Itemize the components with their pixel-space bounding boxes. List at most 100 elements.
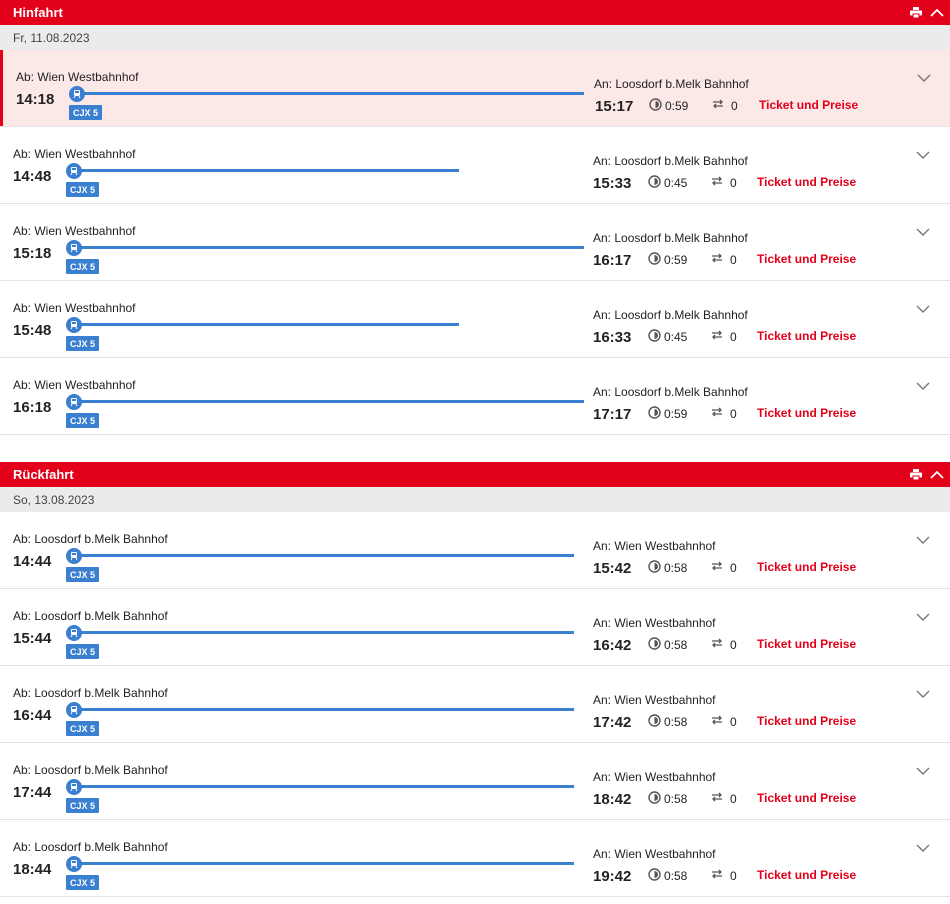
return-connection-list: Ab: Loosdorf b.Melk Bahnhof 14:44 CJX 5 An:… [0,512,950,897]
departure-time: 15:18 [13,245,52,262]
ticket-and-prices-link[interactable]: Ticket und Preise [757,175,856,189]
ticket-and-prices-link[interactable]: Ticket und Preise [757,560,856,574]
connection-row[interactable]: Ab: Wien Westbahnhof 15:18 CJX 5 An: Loosdo… [0,204,950,281]
outbound-connection-list: Ab: Wien Westbahnhof 14:18 CJX 5 An: Loosdo… [0,50,950,435]
train-icon [66,548,82,564]
departure-time: 16:44 [13,707,52,724]
ticket-and-prices-link[interactable]: Ticket und Preise [757,868,856,882]
changes-value: 0 [730,791,737,806]
ticket-and-prices-link[interactable]: Ticket und Preise [759,98,858,112]
transfer-icon [710,791,724,806]
chevron-down-icon[interactable] [916,609,930,627]
departure-station: Ab: Wien Westbahnhof [13,301,136,315]
chevron-down-icon[interactable] [916,147,930,165]
train-icon [66,394,82,410]
arrival-station: An: Wien Westbahnhof [593,539,716,553]
arrival-station: An: Loosdorf b.Melk Bahnhof [593,231,748,245]
duration-value: 0:58 [664,869,688,883]
departure-time: 15:44 [13,630,52,647]
departure-time: 15:48 [13,322,52,339]
journey-track [74,323,459,326]
arrival-station: An: Wien Westbahnhof [593,616,716,630]
train-badge[interactable]: CJX 5 [69,105,103,120]
ticket-and-prices-link[interactable]: Ticket und Preise [757,406,856,420]
connection-row[interactable]: Ab: Wien Westbahnhof 15:48 CJX 5 An: Loosdo… [0,281,950,358]
departure-time: 17:44 [13,784,52,801]
connection-row[interactable]: Ab: Loosdorf b.Melk Bahnhof 18:44 CJX 5 An:… [0,820,950,897]
connection-row[interactable]: Ab: Wien Westbahnhof 14:18 CJX 5 An: Loosdo… [0,50,950,127]
train-badge[interactable]: CJX 5 [66,336,100,351]
connection-row[interactable]: Ab: Wien Westbahnhof 16:18 CJX 5 An: Loosdo… [0,358,950,435]
chevron-down-icon[interactable] [916,301,930,319]
ticket-and-prices-link[interactable]: Ticket und Preise [757,791,856,805]
transfer-icon [710,637,724,652]
connection-row[interactable]: Ab: Loosdorf b.Melk Bahnhof 14:44 CJX 5 An:… [0,512,950,589]
duration-value: 0:59 [664,407,688,421]
outbound-header[interactable]: Hinfahrt [0,0,950,25]
outbound-date: Fr, 11.08.2023 [0,25,950,50]
train-badge[interactable]: CJX 5 [66,875,100,890]
journey-track [77,92,584,95]
train-badge[interactable]: CJX 5 [66,798,100,813]
journey-track [74,400,584,403]
transfer-icon [710,714,724,729]
train-badge[interactable]: CJX 5 [66,259,100,274]
departure-station: Ab: Wien Westbahnhof [13,378,136,392]
changes-value: 0 [730,560,737,575]
chevron-down-icon[interactable] [916,763,930,781]
departure-station: Ab: Loosdorf b.Melk Bahnhof [13,763,168,777]
connection-row[interactable]: Ab: Loosdorf b.Melk Bahnhof 15:44 CJX 5 An:… [0,589,950,666]
journey-track [74,554,574,557]
return-date: So, 13.08.2023 [0,487,950,512]
duration-value: 0:59 [664,253,688,267]
departure-time: 16:18 [13,399,52,416]
changes-value: 0 [730,637,737,652]
duration-value: 0:58 [664,792,688,806]
departure-station: Ab: Wien Westbahnhof [13,224,136,238]
arrival-time: 15:33 [593,175,632,192]
connection-row[interactable]: Ab: Wien Westbahnhof 14:48 CJX 5 An: Loosdo… [0,127,950,204]
chevron-down-icon[interactable] [916,840,930,858]
print-icon[interactable] [910,469,922,480]
arrival-time: 15:17 [595,98,634,115]
journey-track [74,631,574,634]
transfer-icon [710,560,724,575]
ticket-and-prices-link[interactable]: Ticket und Preise [757,252,856,266]
clock-icon [648,329,661,345]
clock-icon [648,252,661,268]
duration-value: 0:58 [664,715,688,729]
chevron-down-icon[interactable] [917,70,931,88]
departure-time: 14:48 [13,168,52,185]
connection-row[interactable]: Ab: Loosdorf b.Melk Bahnhof 17:44 CJX 5 An:… [0,743,950,820]
connection-row[interactable]: Ab: Loosdorf b.Melk Bahnhof 16:44 CJX 5 An:… [0,666,950,743]
departure-station: Ab: Loosdorf b.Melk Bahnhof [13,840,168,854]
ticket-and-prices-link[interactable]: Ticket und Preise [757,714,856,728]
arrival-time: 17:17 [593,406,632,423]
print-icon[interactable] [910,7,922,18]
chevron-up-icon[interactable] [930,470,944,479]
return-header[interactable]: Rückfahrt [0,462,950,487]
train-icon [66,779,82,795]
train-badge[interactable]: CJX 5 [66,182,100,197]
train-badge[interactable]: CJX 5 [66,721,100,736]
journey-track [74,785,574,788]
train-badge[interactable]: CJX 5 [66,413,100,428]
chevron-down-icon[interactable] [916,686,930,704]
duration-value: 0:45 [664,330,688,344]
chevron-down-icon[interactable] [916,378,930,396]
train-badge[interactable]: CJX 5 [66,567,100,582]
departure-station: Ab: Wien Westbahnhof [13,147,136,161]
chevron-down-icon[interactable] [916,224,930,242]
ticket-and-prices-link[interactable]: Ticket und Preise [757,637,856,651]
departure-station: Ab: Loosdorf b.Melk Bahnhof [13,686,168,700]
transfer-icon [710,175,724,190]
train-badge[interactable]: CJX 5 [66,644,100,659]
ticket-and-prices-link[interactable]: Ticket und Preise [757,329,856,343]
clock-icon [648,560,661,576]
arrival-station: An: Loosdorf b.Melk Bahnhof [594,77,749,91]
chevron-down-icon[interactable] [916,532,930,550]
return-section: Rückfahrt So, 13.08.2023 Ab: Loosdorf b.… [0,462,950,897]
departure-time: 14:18 [16,91,55,108]
transfer-icon [710,868,724,883]
chevron-up-icon[interactable] [930,8,944,17]
